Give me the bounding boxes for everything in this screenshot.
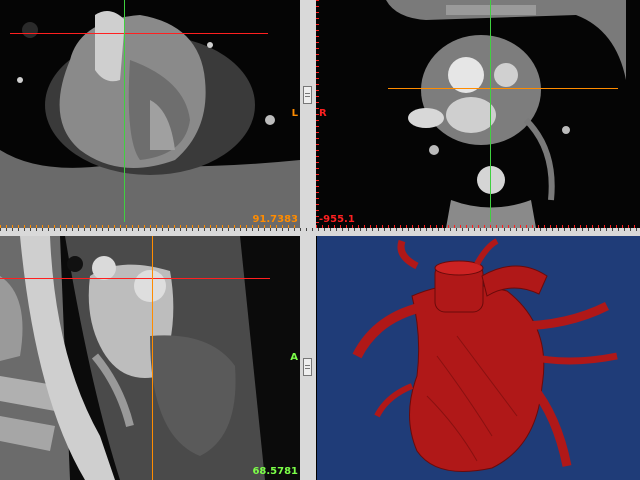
orientation-label-left: R (319, 108, 327, 119)
orientation-label-right: A (290, 352, 298, 363)
splitter-ticks (0, 228, 640, 231)
splitter-handle-bottom[interactable] (303, 358, 312, 376)
crosshair-vertical[interactable] (124, 0, 125, 222)
axial-view-pane[interactable]: R -955.1 (316, 0, 640, 228)
volume-render-pane[interactable] (317, 236, 640, 480)
value-readout: -955.1 (319, 214, 355, 225)
crosshair-horizontal[interactable] (0, 278, 270, 279)
crosshair-vertical[interactable] (152, 236, 153, 480)
value-readout: 91.7383 (252, 214, 298, 225)
oblique-view-pane[interactable]: L 91.7383 (0, 0, 300, 228)
crosshair-horizontal[interactable] (10, 33, 268, 34)
horizontal-splitter[interactable] (0, 228, 640, 236)
crosshair-horizontal[interactable] (388, 88, 618, 89)
oblique-slice-image (0, 0, 300, 228)
sagittal-view-pane[interactable]: A 68.5781 (0, 236, 300, 480)
value-readout: 68.5781 (252, 466, 298, 477)
heart-3d-render[interactable] (317, 236, 640, 480)
splitter-handle-top[interactable] (303, 86, 312, 104)
crosshair-vertical[interactable] (490, 0, 491, 222)
orientation-label-right: L (291, 108, 298, 119)
sagittal-slice-image (0, 236, 300, 480)
ct-viewer: L 91.7383 R -955.1 A 68.5781 (0, 0, 640, 480)
vertical-splitter[interactable] (300, 0, 316, 480)
axial-slice-image (316, 0, 640, 228)
